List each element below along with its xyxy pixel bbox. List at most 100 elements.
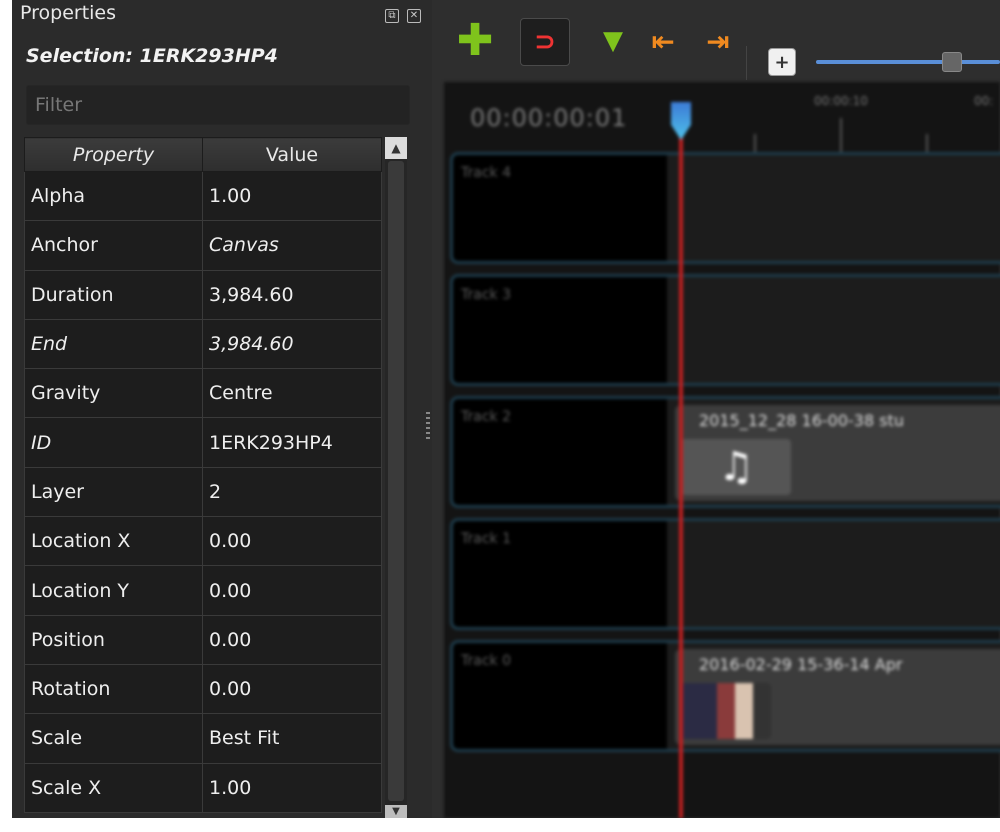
property-name: Location Y <box>24 565 203 616</box>
timeline-toolbar: ✚ ⊃ ▼ ⇤ ⇥ + <box>432 12 1000 80</box>
table-row[interactable]: Scale X 1.00 <box>24 762 382 813</box>
timecode-display: 00:00:00:01 <box>470 104 628 132</box>
audio-clip[interactable]: 2015_12_28 16-00-38 stu ♫ <box>675 405 1000 501</box>
zoom-slider[interactable] <box>816 60 1000 64</box>
ruler-tick <box>840 118 842 152</box>
property-name: Rotation <box>24 663 203 715</box>
table-row[interactable]: Alpha 1.00 <box>24 170 382 222</box>
table-row[interactable]: Rotation 0.00 <box>24 663 382 715</box>
property-value[interactable]: 0.00 <box>202 614 382 665</box>
add-track-button[interactable]: ✚ <box>454 15 496 66</box>
property-name: Position <box>24 614 203 665</box>
track[interactable]: Track 1 <box>450 518 1000 630</box>
ruler-label: 00:00:10 <box>814 94 868 108</box>
track-label: Track 2 <box>461 409 511 425</box>
property-name: Alpha <box>24 170 203 222</box>
track[interactable]: Track 3 <box>450 274 1000 386</box>
table-row[interactable]: Location Y 0.00 <box>24 565 382 616</box>
track[interactable]: Track 2 2015_12_28 16-00-38 stu ♫ <box>450 396 1000 508</box>
track-lane[interactable] <box>667 155 1000 261</box>
table-row[interactable]: Gravity Centre <box>24 368 382 419</box>
track[interactable]: Track 4 <box>450 152 1000 264</box>
table-row[interactable]: Location X 0.00 <box>24 516 382 567</box>
property-name: Layer <box>24 466 203 518</box>
zoom-in-button[interactable]: + <box>768 48 796 76</box>
property-name: Anchor <box>24 220 203 271</box>
property-value[interactable]: 1ERK293HP4 <box>202 417 382 468</box>
ruler-tick <box>926 134 928 152</box>
track-label: Track 3 <box>461 287 511 303</box>
property-value[interactable]: 3,984.60 <box>202 318 382 370</box>
panel-title: Properties <box>20 2 117 24</box>
property-value[interactable]: 0.00 <box>202 565 382 616</box>
magnet-icon: ⊃ <box>534 27 556 57</box>
column-header-value[interactable]: Value <box>202 137 382 172</box>
table-row[interactable]: Position 0.00 <box>24 614 382 665</box>
property-name: Scale <box>24 713 203 764</box>
property-name: Scale X <box>24 762 203 813</box>
marker-icon: ▼ <box>603 26 623 56</box>
property-value[interactable]: 3,984.60 <box>202 269 382 320</box>
scroll-up-icon[interactable]: ▲ <box>385 137 407 159</box>
property-value[interactable]: Best Fit <box>202 713 382 764</box>
properties-panel: Properties ⧉ ✕ Selection: 1ERK293HP4 Pro… <box>12 0 424 819</box>
property-value[interactable]: 0.00 <box>202 516 382 567</box>
selection-label: Selection: 1ERK293HP4 <box>26 45 278 67</box>
property-value[interactable]: Centre <box>202 368 382 419</box>
property-name: ID <box>24 417 203 468</box>
plus-icon: ✚ <box>456 15 494 66</box>
snap-toggle-button[interactable]: ⊃ <box>520 18 570 66</box>
previous-marker-button[interactable]: ⇤ <box>642 20 684 62</box>
panel-splitter[interactable] <box>424 0 432 818</box>
window-bottom-edge <box>0 818 1000 832</box>
float-panel-icon[interactable]: ⧉ <box>385 9 399 23</box>
zoom-in-icon: + <box>774 51 790 73</box>
track-lane[interactable] <box>667 521 1000 627</box>
property-name: Location X <box>24 516 203 567</box>
table-row[interactable]: Anchor Canvas <box>24 220 382 271</box>
clip-title: 2015_12_28 16-00-38 stu <box>699 411 904 430</box>
splitter-grip-icon[interactable] <box>426 412 430 442</box>
jump-end-icon: ⇥ <box>706 24 730 58</box>
property-value[interactable]: 0.00 <box>202 663 382 715</box>
clip-thumbnail <box>681 683 771 739</box>
next-marker-button[interactable]: ⇥ <box>697 20 739 62</box>
zoom-slider-handle[interactable] <box>942 52 962 72</box>
ruler-tick <box>754 134 756 152</box>
track[interactable]: Track 0 2016-02-29 15-36-14 Apr <box>450 640 1000 752</box>
table-row[interactable]: End 3,984.60 <box>24 318 382 370</box>
track-lane[interactable] <box>667 277 1000 383</box>
clip-title: 2016-02-29 15-36-14 Apr <box>699 655 903 674</box>
time-ruler[interactable]: 00:00:00:01 00:00:10 00: <box>444 82 1000 152</box>
jump-start-icon: ⇤ <box>651 24 675 58</box>
property-value[interactable]: 1.00 <box>202 170 382 222</box>
property-value[interactable]: Canvas <box>202 220 382 271</box>
add-marker-button[interactable]: ▼ <box>592 20 634 62</box>
table-row[interactable]: Scale Best Fit <box>24 713 382 764</box>
timeline-canvas[interactable]: 00:00:00:01 00:00:10 00: Track 4 Track 3… <box>444 82 1000 818</box>
close-panel-icon[interactable]: ✕ <box>407 9 421 23</box>
table-row[interactable]: Duration 3,984.60 <box>24 269 382 320</box>
column-header-property[interactable]: Property <box>24 137 203 172</box>
track-label: Track 1 <box>461 531 511 547</box>
video-clip[interactable]: 2016-02-29 15-36-14 Apr <box>675 649 1000 745</box>
scroll-down-icon[interactable]: ▼ <box>385 805 407 819</box>
playhead-line[interactable] <box>679 110 683 818</box>
ruler-label: 00: <box>974 94 994 108</box>
toolbar-divider <box>746 46 747 80</box>
track-label: Track 0 <box>461 653 511 669</box>
properties-table: Property Value Alpha 1.00 Anchor Canvas … <box>24 137 382 813</box>
properties-scrollbar[interactable]: ▲ ▼ <box>385 137 407 819</box>
property-name: Gravity <box>24 368 203 419</box>
property-value[interactable]: 2 <box>202 466 382 518</box>
track-label: Track 4 <box>461 165 511 181</box>
timeline-panel: ✚ ⊃ ▼ ⇤ ⇥ + 00:00:00:01 00:00:10 00: Tra… <box>432 0 1000 818</box>
property-name: Duration <box>24 269 203 320</box>
property-value[interactable]: 1.00 <box>202 762 382 813</box>
music-note-icon: ♫ <box>681 439 791 495</box>
filter-input[interactable] <box>26 85 410 125</box>
table-row[interactable]: ID 1ERK293HP4 <box>24 417 382 468</box>
table-row[interactable]: Layer 2 <box>24 466 382 518</box>
property-name: End <box>24 318 203 370</box>
scroll-thumb[interactable] <box>388 161 404 801</box>
